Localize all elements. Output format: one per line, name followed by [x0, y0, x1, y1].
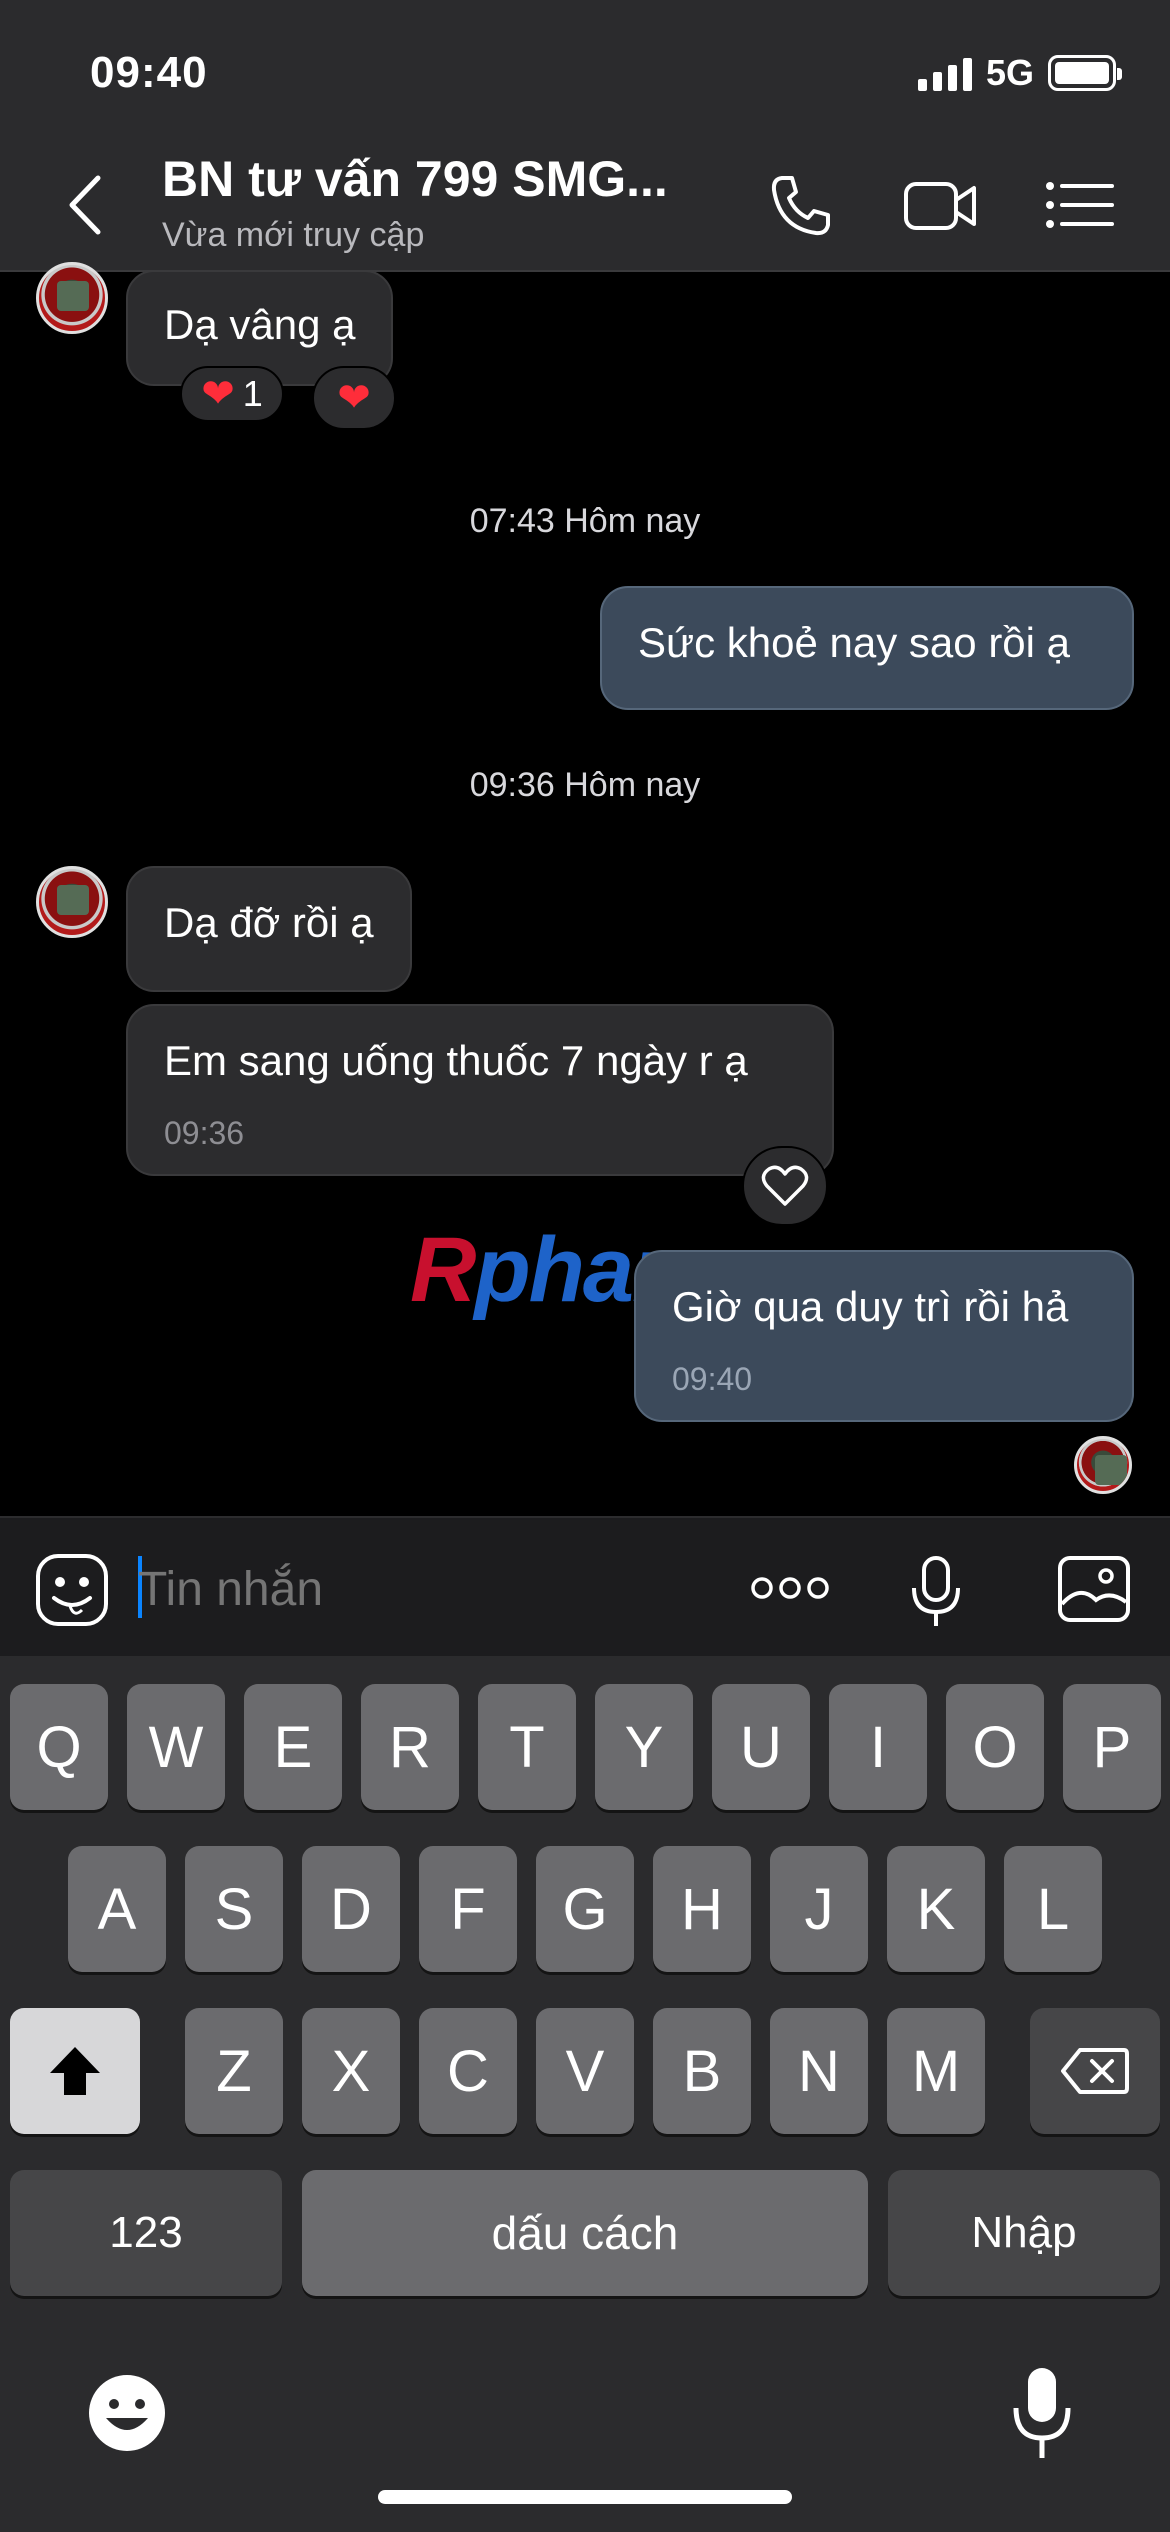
- key-n[interactable]: N: [770, 2008, 868, 2134]
- shift-arrow-icon: [50, 2047, 100, 2095]
- key-w[interactable]: W: [127, 1684, 225, 1810]
- key-d[interactable]: D: [302, 1846, 400, 1972]
- key-y[interactable]: Y: [595, 1684, 693, 1810]
- key-j[interactable]: J: [770, 1846, 868, 1972]
- message-time: 09:36: [164, 1115, 245, 1152]
- key-t[interactable]: T: [478, 1684, 576, 1810]
- microphone-icon[interactable]: [906, 1554, 966, 1630]
- incoming-message[interactable]: Em sang uống thuốc 7 ngày r ạ 09:36: [126, 1004, 834, 1176]
- outgoing-message[interactable]: Sức khoẻ nay sao rồi ạ: [600, 586, 1134, 710]
- add-reaction-button[interactable]: ❤: [312, 366, 396, 430]
- key-p[interactable]: P: [1063, 1684, 1161, 1810]
- battery-icon: [1048, 55, 1122, 91]
- key-i[interactable]: I: [829, 1684, 927, 1810]
- contact-avatar[interactable]: [36, 262, 108, 334]
- chevron-left-icon[interactable]: [62, 170, 112, 240]
- top-bar: 09:40 5G BN tư vấn 799 SMG... Vừa mới tr…: [0, 0, 1170, 272]
- message-time: 09:40: [672, 1361, 753, 1398]
- key-z[interactable]: Z: [185, 2008, 283, 2134]
- last-seen-status: Vừa mới truy cập: [162, 216, 425, 254]
- key-k[interactable]: K: [887, 1846, 985, 1972]
- message-input[interactable]: [138, 1562, 658, 1617]
- reaction-count-badge[interactable]: ❤ 1: [180, 366, 284, 422]
- status-indicators: 5G: [917, 52, 1122, 94]
- key-h[interactable]: H: [653, 1846, 751, 1972]
- key-m[interactable]: M: [887, 2008, 985, 2134]
- key-v[interactable]: V: [536, 2008, 634, 2134]
- message-text: Dạ đỡ rồi ạ: [164, 899, 374, 946]
- key-f[interactable]: F: [419, 1846, 517, 1972]
- more-dots-icon[interactable]: [748, 1568, 832, 1608]
- network-type: 5G: [985, 52, 1034, 93]
- key-x[interactable]: X: [302, 2008, 400, 2134]
- status-time: 09:40: [90, 48, 208, 97]
- shift-key[interactable]: [10, 2008, 140, 2134]
- heart-outline-icon: [761, 1165, 809, 1206]
- key-s[interactable]: S: [185, 1846, 283, 1972]
- heart-icon: ❤: [337, 376, 371, 420]
- key-q[interactable]: Q: [10, 1684, 108, 1810]
- incoming-message[interactable]: Dạ đỡ rồi ạ: [126, 866, 412, 992]
- on-screen-keyboard: Q W E R T Y U I O P A S D F G H J K L Z …: [0, 1656, 1170, 2532]
- home-indicator[interactable]: [378, 2490, 792, 2504]
- contact-avatar[interactable]: [36, 866, 108, 938]
- message-text: Em sang uống thuốc 7 ngày r ạ: [164, 1037, 748, 1084]
- message-composer: [0, 1516, 1170, 1656]
- heart-icon: ❤: [201, 372, 235, 416]
- message-text: Giờ qua duy trì rồi hả: [672, 1283, 1069, 1330]
- emoji-icon[interactable]: [86, 2372, 168, 2454]
- key-c[interactable]: C: [419, 2008, 517, 2134]
- dictation-microphone-icon[interactable]: [1010, 2364, 1074, 2464]
- key-e[interactable]: E: [244, 1684, 342, 1810]
- message-text: Dạ vâng ạ: [164, 301, 356, 348]
- key-g[interactable]: G: [536, 1846, 634, 1972]
- video-camera-icon[interactable]: [900, 170, 980, 240]
- sticker-face-icon[interactable]: [34, 1552, 110, 1628]
- image-icon[interactable]: [1056, 1554, 1132, 1624]
- signal-icon: [917, 55, 972, 91]
- conversation-title[interactable]: BN tư vấn 799 SMG...: [162, 150, 668, 208]
- backspace-icon: [1061, 2048, 1129, 2094]
- phone-icon[interactable]: [760, 170, 840, 240]
- key-o[interactable]: O: [946, 1684, 1044, 1810]
- key-a[interactable]: A: [68, 1846, 166, 1972]
- outgoing-message[interactable]: Giờ qua duy trì rồi hả 09:40: [634, 1250, 1134, 1422]
- key-b[interactable]: B: [653, 2008, 751, 2134]
- key-u[interactable]: U: [712, 1684, 810, 1810]
- backspace-key[interactable]: [1030, 2008, 1160, 2134]
- reaction-count: 1: [242, 373, 263, 414]
- date-separator: 07:43 Hôm nay: [469, 502, 701, 540]
- key-r[interactable]: R: [361, 1684, 459, 1810]
- space-key[interactable]: dấu cách: [302, 2170, 868, 2296]
- key-l[interactable]: L: [1004, 1846, 1102, 1972]
- list-menu-icon[interactable]: [1040, 170, 1120, 240]
- date-separator: 09:36 Hôm nay: [469, 766, 701, 804]
- numbers-key[interactable]: 123: [10, 2170, 282, 2296]
- message-text: Sức khoẻ nay sao rồi ạ: [638, 619, 1071, 666]
- seen-avatar: [1074, 1436, 1132, 1494]
- return-key[interactable]: Nhập: [888, 2170, 1160, 2296]
- like-reaction-button[interactable]: [742, 1146, 828, 1226]
